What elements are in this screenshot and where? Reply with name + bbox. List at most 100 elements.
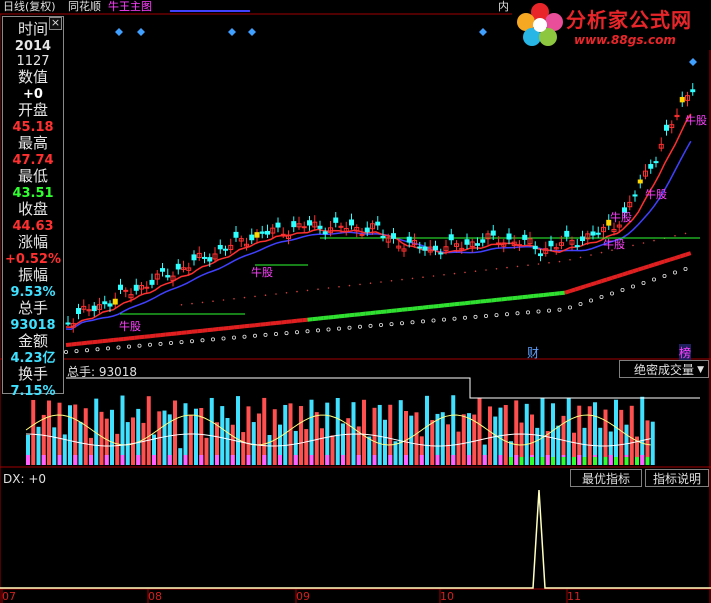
- candle-body: [438, 252, 444, 255]
- dotted-support: [589, 298, 594, 303]
- trend-line-segment: [637, 266, 645, 272]
- diamond-marker-icon: [248, 28, 256, 36]
- candle-body: [107, 303, 113, 307]
- dotted-support: [189, 339, 194, 344]
- trend-line-segment: [239, 324, 245, 329]
- trend-line-segment: [123, 336, 130, 341]
- dotted-resist: [485, 269, 487, 271]
- volume-bar: [330, 435, 335, 465]
- trend-line-segment: [438, 303, 445, 308]
- volume-bar-highlight: [635, 457, 639, 465]
- trend-line-segment: [585, 282, 592, 289]
- volume-bar: [299, 406, 303, 465]
- trend-line-segment: [632, 267, 639, 274]
- volume-bar: [540, 397, 545, 465]
- stock-chart[interactable]: [0, 0, 711, 603]
- volume-bar: [262, 397, 267, 465]
- volume-bar-highlight: [341, 455, 345, 465]
- trend-line-segment: [459, 301, 466, 306]
- trend-line-segment: [291, 318, 298, 324]
- trend-line-segment: [155, 333, 161, 338]
- dotted-support: [242, 334, 247, 339]
- candle-body: [233, 231, 239, 238]
- volume-bar: [68, 405, 72, 465]
- volume-bar-highlight: [608, 455, 613, 465]
- volume-bar: [178, 448, 183, 465]
- volume-indicator-dropdown[interactable]: 绝密成交量 ▼: [619, 360, 709, 378]
- volume-bar: [115, 433, 120, 465]
- indicator-help-button[interactable]: 指标说明: [645, 469, 709, 487]
- candle-body: [506, 233, 512, 240]
- candle-body: [580, 236, 585, 242]
- volume-bar-highlight: [404, 455, 408, 465]
- volume-bar-highlight: [593, 457, 597, 465]
- trend-line-segment: [554, 291, 560, 296]
- candle-body: [144, 286, 150, 289]
- volume-bar: [446, 424, 450, 465]
- volume-bar: [551, 403, 555, 465]
- volume-bar: [131, 417, 135, 465]
- best-indicator-button[interactable]: 最优指标: [570, 469, 642, 487]
- date-tick-label: 08: [148, 590, 162, 603]
- dotted-resist: [516, 265, 519, 268]
- volume-bar: [488, 406, 492, 465]
- volume-bar: [241, 432, 246, 465]
- candle-body: [280, 233, 286, 236]
- trend-line-segment: [86, 340, 93, 345]
- trend-line-segment: [128, 335, 135, 341]
- candle-body: [517, 244, 522, 247]
- dotted-support: [64, 349, 69, 354]
- trend-line-segment: [170, 331, 177, 336]
- candle-body: [317, 225, 323, 229]
- candle-body: [475, 243, 480, 246]
- dotted-resist: [201, 301, 204, 304]
- dotted-support: [357, 324, 362, 329]
- candle-body: [391, 233, 396, 239]
- trend-line-segment: [386, 308, 392, 314]
- volume-bar-highlight: [624, 457, 629, 465]
- financial-marker[interactable]: 财: [527, 344, 539, 361]
- trend-line-segment: [223, 325, 229, 331]
- ranking-marker[interactable]: 榜: [679, 344, 692, 361]
- trend-line-segment: [611, 274, 618, 280]
- trend-line-segment: [275, 320, 282, 325]
- candle-body: [307, 220, 312, 226]
- candle-body: [364, 227, 370, 233]
- trend-line-segment: [548, 291, 555, 297]
- dotted-resist: [317, 288, 319, 291]
- candle-body: [496, 242, 501, 245]
- trend-line-segment: [642, 264, 650, 270]
- info-label: 振幅: [17, 266, 48, 284]
- dotted-support: [210, 337, 215, 342]
- dotted-resist: [632, 244, 634, 247]
- dotted-support: [515, 311, 520, 316]
- volume-bar-highlight: [435, 455, 440, 465]
- volume-bar: [125, 422, 130, 465]
- trend-line-segment: [506, 296, 513, 301]
- volume-bar-highlight: [89, 455, 93, 465]
- period-label[interactable]: 日线(复权): [3, 0, 56, 14]
- signal-label: 牛股: [251, 266, 273, 279]
- volume-bar-highlight: [603, 457, 608, 465]
- volume-bar: [566, 398, 571, 465]
- trend-line-segment: [370, 310, 376, 316]
- trend-line-segment: [522, 294, 529, 300]
- dotted-support: [74, 349, 79, 354]
- candle-body: [223, 248, 228, 251]
- candle-body: [91, 305, 97, 312]
- volume-bar-highlight: [645, 457, 650, 465]
- trend-line-segment: [422, 305, 429, 310]
- signal-label: 牛股: [685, 114, 707, 127]
- candle-body: [648, 164, 654, 169]
- volume-bar: [430, 420, 435, 465]
- trend-line-segment: [559, 290, 565, 296]
- diamond-marker-icon: [228, 28, 236, 36]
- dotted-support: [305, 329, 310, 334]
- dotted-support: [252, 333, 257, 338]
- trend-line-segment: [595, 279, 603, 285]
- date-tick-label: 11: [567, 590, 581, 603]
- dotted-support: [410, 320, 415, 325]
- dotted-resist: [254, 295, 256, 298]
- candle-body: [322, 231, 328, 235]
- volume-bar: [120, 395, 125, 465]
